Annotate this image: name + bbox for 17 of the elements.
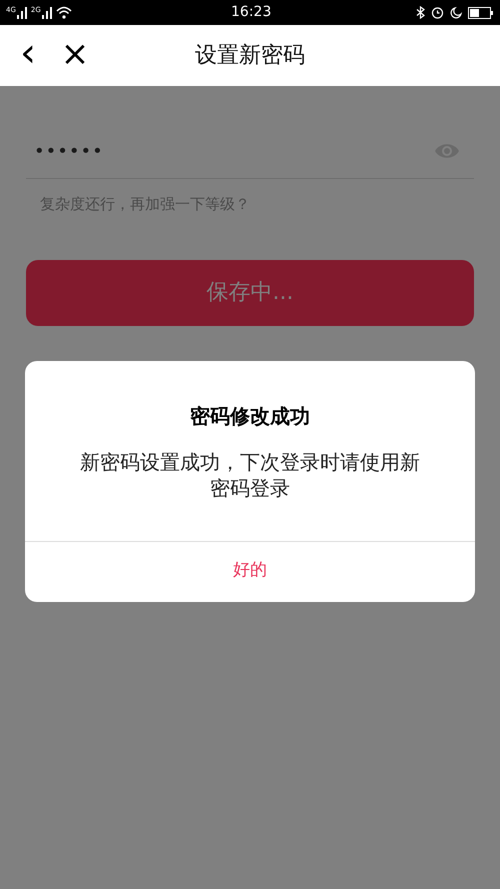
password-field[interactable]: ••••••: [26, 132, 474, 179]
close-button[interactable]: ×: [60, 36, 90, 76]
moon-icon: [450, 6, 462, 18]
dialog-message: 新密码设置成功，下次登录时请使用新密码登录: [79, 448, 421, 500]
battery-icon: [468, 6, 494, 18]
ok-button[interactable]: 好的: [25, 540, 475, 602]
save-button[interactable]: 保存中...: [26, 260, 474, 326]
signal-icon: [16, 6, 27, 18]
signal-icon: [42, 6, 52, 18]
dialog-title: 密码修改成功: [189, 402, 311, 430]
bluetooth-icon: [416, 6, 425, 19]
status-time: 16:23: [231, 3, 272, 22]
alarm-icon: [431, 6, 444, 19]
wifi-icon: [56, 6, 72, 19]
page-title: 设置新密码: [195, 42, 305, 70]
back-button[interactable]: ‹: [14, 36, 42, 76]
password-input[interactable]: ••••••: [34, 138, 334, 164]
